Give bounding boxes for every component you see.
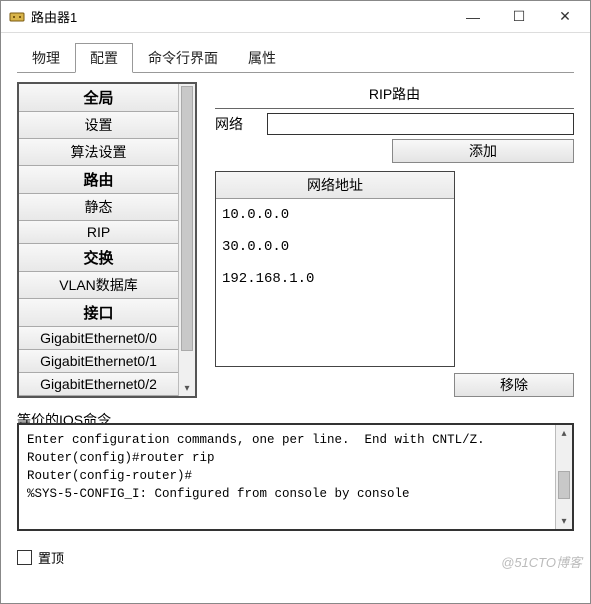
footer: 置顶 @51CTO博客 (1, 538, 590, 577)
titlebar: 路由器1 — ☐ ✕ (1, 1, 590, 33)
app-icon (9, 9, 25, 25)
table-row[interactable]: 192.168.1.0 (216, 263, 454, 295)
remove-button[interactable]: 移除 (454, 373, 574, 397)
ios-scrollbar[interactable]: ▴ ▾ (555, 425, 572, 529)
sidebar-item-ge02[interactable]: GigabitEthernet0/2 (19, 373, 178, 396)
tabbar: 物理 配置 命令行界面 属性 (1, 33, 590, 73)
network-input[interactable] (267, 113, 574, 135)
divider (215, 108, 574, 109)
sidebar-item-ge00[interactable]: GigabitEthernet0/0 (19, 327, 178, 350)
rip-title: RIP路由 (215, 82, 574, 108)
ios-output[interactable]: Enter configuration commands, one per li… (19, 425, 555, 529)
ios-line: Router(config)#router rip (27, 451, 215, 465)
sidebar-item-ge01[interactable]: GigabitEthernet0/1 (19, 350, 178, 373)
scroll-down-icon[interactable]: ▾ (556, 513, 572, 529)
window-controls: — ☐ ✕ (450, 2, 588, 32)
scroll-down-icon[interactable]: ▾ (179, 380, 195, 396)
always-on-top-label: 置顶 (38, 548, 64, 567)
scroll-thumb[interactable] (558, 471, 570, 499)
ios-line: %SYS-5-CONFIG_I: Configured from console… (27, 487, 410, 501)
table-row[interactable]: 10.0.0.0 (216, 199, 454, 231)
ios-section: 等价的IOS命令 Enter configuration commands, o… (1, 404, 590, 538)
network-table: 网络地址 10.0.0.0 30.0.0.0 192.168.1.0 (215, 171, 455, 367)
table-row[interactable]: 30.0.0.0 (216, 231, 454, 263)
rip-panel: RIP路由 网络 添加 网络地址 10.0.0.0 30.0.0.0 192.1… (215, 82, 574, 398)
sidebar-item-settings[interactable]: 设置 (19, 112, 178, 139)
scroll-thumb[interactable] (181, 86, 193, 351)
sidebar-item-vlan[interactable]: VLAN数据库 (19, 272, 178, 299)
sidebar-header-switching[interactable]: 交换 (19, 244, 178, 272)
add-button[interactable]: 添加 (392, 139, 574, 163)
sidebar-item-static[interactable]: 静态 (19, 194, 178, 221)
content-body: 全局 设置 算法设置 路由 静态 RIP 交换 VLAN数据库 接口 Gigab… (1, 74, 590, 404)
sidebar-item-algorithm[interactable]: 算法设置 (19, 139, 178, 166)
watermark: @51CTO博客 (501, 552, 582, 571)
sidebar-list: 全局 设置 算法设置 路由 静态 RIP 交换 VLAN数据库 接口 Gigab… (19, 84, 178, 396)
network-row: 网络 (215, 113, 574, 137)
ios-line: Router(config-router)# (27, 469, 192, 483)
tab-physical[interactable]: 物理 (17, 43, 75, 73)
tab-cli[interactable]: 命令行界面 (133, 43, 233, 73)
ios-line: Enter configuration commands, one per li… (27, 433, 485, 447)
window-title: 路由器1 (31, 7, 450, 26)
network-table-header: 网络地址 (216, 172, 454, 199)
scroll-up-icon[interactable]: ▴ (556, 425, 572, 441)
ios-box: Enter configuration commands, one per li… (17, 423, 574, 531)
app-window: 路由器1 — ☐ ✕ 物理 配置 命令行界面 属性 全局 设置 算法设置 路由 … (0, 0, 591, 604)
sidebar: 全局 设置 算法设置 路由 静态 RIP 交换 VLAN数据库 接口 Gigab… (17, 82, 197, 398)
tab-attributes[interactable]: 属性 (233, 43, 291, 73)
tab-config[interactable]: 配置 (75, 43, 133, 73)
sidebar-scrollbar[interactable]: ▴ ▾ (178, 84, 195, 396)
always-on-top-checkbox[interactable] (17, 550, 32, 565)
sidebar-item-rip[interactable]: RIP (19, 221, 178, 244)
close-button[interactable]: ✕ (542, 2, 588, 32)
sidebar-header-routing[interactable]: 路由 (19, 166, 178, 194)
sidebar-header-interface[interactable]: 接口 (19, 299, 178, 327)
sidebar-header-global[interactable]: 全局 (19, 84, 178, 112)
maximize-button[interactable]: ☐ (496, 2, 542, 32)
network-label: 网络 (215, 114, 261, 134)
minimize-button[interactable]: — (450, 2, 496, 32)
